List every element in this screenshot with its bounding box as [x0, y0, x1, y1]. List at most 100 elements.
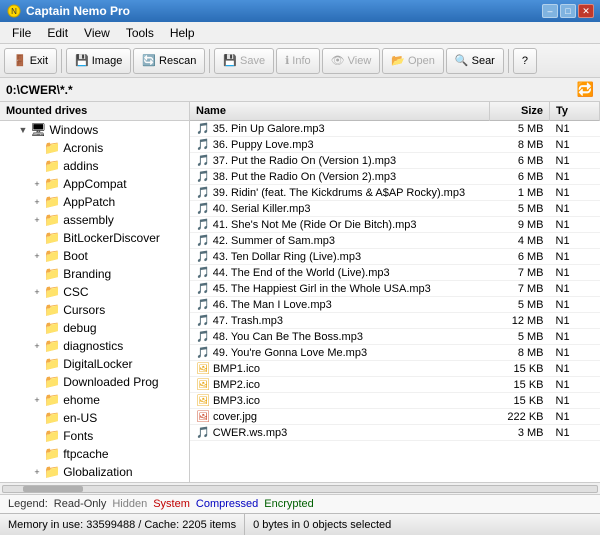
window-controls[interactable]: – □ ✕	[542, 4, 594, 18]
file-type: N1	[550, 121, 600, 137]
tree-label-diagnostics: diagnostics	[63, 339, 123, 353]
toggle-bitlocker[interactable]	[30, 231, 44, 245]
menu-tools[interactable]: Tools	[118, 24, 162, 42]
table-row[interactable]: 🎵41. She's Not Me (Ride Or Die Bitch).mp…	[190, 217, 600, 233]
toggle-windows[interactable]: ▼	[16, 123, 30, 137]
table-row[interactable]: 🎵43. Ten Dollar Ring (Live).mp3 6 MB N1	[190, 249, 600, 265]
table-row[interactable]: 🖼BMP3.ico 15 KB N1	[190, 393, 600, 409]
menu-file[interactable]: File	[4, 24, 39, 42]
tree-node-debug[interactable]: 📁 debug	[0, 319, 189, 337]
tree-node-enus[interactable]: 📁 en-US	[0, 409, 189, 427]
table-row[interactable]: 🎵46. The Man I Love.mp3 5 MB N1	[190, 297, 600, 313]
file-type-icon: 🎵	[196, 299, 210, 311]
tree-node-globalization[interactable]: + 📁 Globalization	[0, 463, 189, 481]
tree-node-ftpcache[interactable]: 📁 ftpcache	[0, 445, 189, 463]
toggle-addins[interactable]	[30, 159, 44, 173]
file-name: 🎵49. You're Gonna Love Me.mp3	[190, 345, 490, 361]
tree-header: Mounted drives	[0, 102, 189, 121]
table-row[interactable]: 🎵36. Puppy Love.mp3 8 MB N1	[190, 137, 600, 153]
toggle-ftpcache[interactable]	[30, 447, 44, 461]
horizontal-scrollbar[interactable]	[0, 483, 600, 495]
tree-node-bitlocker[interactable]: 📁 BitLockerDiscover	[0, 229, 189, 247]
toggle-downloaded[interactable]	[30, 375, 44, 389]
file-name: 🎵46. The Man I Love.mp3	[190, 297, 490, 313]
file-size: 12 MB	[490, 313, 550, 329]
toggle-apppatch[interactable]: +	[30, 195, 44, 209]
toggle-csc[interactable]: +	[30, 285, 44, 299]
toggle-digitallocker[interactable]	[30, 357, 44, 371]
view-button[interactable]: 👁 View	[322, 48, 381, 74]
table-row[interactable]: 🖼BMP1.ico 15 KB N1	[190, 361, 600, 377]
table-row[interactable]: 🎵42. Summer of Sam.mp3 4 MB N1	[190, 233, 600, 249]
help-button[interactable]: ?	[513, 48, 537, 74]
table-row[interactable]: 🖼cover.jpg 222 KB N1	[190, 409, 600, 425]
menu-help[interactable]: Help	[162, 24, 203, 42]
tree-node-fonts[interactable]: 📁 Fonts	[0, 427, 189, 445]
tree-node-boot[interactable]: + 📁 Boot	[0, 247, 189, 265]
toggle-acronis[interactable]	[30, 141, 44, 155]
tree-node-windows[interactable]: ▼ 🖥 Windows	[0, 121, 189, 139]
tree-node-csc[interactable]: + 📁 CSC	[0, 283, 189, 301]
acronis-folder-icon: 📁	[44, 140, 60, 156]
search-button[interactable]: 🔍 Sear	[446, 48, 504, 74]
toggle-cursors[interactable]	[30, 303, 44, 317]
scrollbar-thumb[interactable]	[23, 486, 83, 492]
tree-node-appcompat[interactable]: + 📁 AppCompat	[0, 175, 189, 193]
col-size[interactable]: Size	[490, 102, 550, 121]
toggle-branding[interactable]	[30, 267, 44, 281]
table-row[interactable]: 🎵47. Trash.mp3 12 MB N1	[190, 313, 600, 329]
close-button[interactable]: ✕	[578, 4, 594, 18]
minimize-button[interactable]: –	[542, 4, 558, 18]
file-table[interactable]: Name Size Ty 🎵35. Pin Up Galore.mp3 5 MB…	[190, 102, 600, 482]
rescan-button[interactable]: 🔄 Rescan	[133, 48, 205, 74]
table-row[interactable]: 🎵CWER.ws.mp3 3 MB N1	[190, 425, 600, 441]
tree-node-downloaded[interactable]: 📁 Downloaded Prog	[0, 373, 189, 391]
toggle-diagnostics[interactable]: +	[30, 339, 44, 353]
tree-node-apppatch[interactable]: + 📁 AppPatch	[0, 193, 189, 211]
toggle-fonts[interactable]	[30, 429, 44, 443]
toggle-boot[interactable]: +	[30, 249, 44, 263]
table-row[interactable]: 🎵49. You're Gonna Love Me.mp3 8 MB N1	[190, 345, 600, 361]
col-type[interactable]: Ty	[550, 102, 600, 121]
maximize-button[interactable]: □	[560, 4, 576, 18]
table-row[interactable]: 🎵35. Pin Up Galore.mp3 5 MB N1	[190, 121, 600, 137]
tree-node-ehome[interactable]: + 📁 ehome	[0, 391, 189, 409]
table-row[interactable]: 🎵39. Ridin' (feat. The Kickdrums & A$AP …	[190, 185, 600, 201]
table-row[interactable]: 🖼BMP2.ico 15 KB N1	[190, 377, 600, 393]
toggle-debug[interactable]	[30, 321, 44, 335]
toggle-globalization[interactable]: +	[30, 465, 44, 479]
table-row[interactable]: 🎵44. The End of the World (Live).mp3 7 M…	[190, 265, 600, 281]
image-button[interactable]: 💾 Image	[66, 48, 131, 74]
tree-node-assembly[interactable]: + 📁 assembly	[0, 211, 189, 229]
table-row[interactable]: 🎵45. The Happiest Girl in the Whole USA.…	[190, 281, 600, 297]
refresh-icon[interactable]: 🔁	[577, 81, 594, 98]
tree-node-diagnostics[interactable]: + 📁 diagnostics	[0, 337, 189, 355]
tree-node-cursors[interactable]: 📁 Cursors	[0, 301, 189, 319]
table-row[interactable]: 🎵38. Put the Radio On (Version 2).mp3 6 …	[190, 169, 600, 185]
save-button[interactable]: 💾 Save	[214, 48, 274, 74]
toggle-assembly[interactable]: +	[30, 213, 44, 227]
assembly-folder-icon: 📁	[44, 212, 60, 228]
toggle-appcompat[interactable]: +	[30, 177, 44, 191]
tree-node-addins[interactable]: 📁 addins	[0, 157, 189, 175]
table-row[interactable]: 🎵40. Serial Killer.mp3 5 MB N1	[190, 201, 600, 217]
toggle-ehome[interactable]: +	[30, 393, 44, 407]
tree-node-help[interactable]: + 📁 Help	[0, 481, 189, 482]
tree-node-branding[interactable]: 📁 Branding	[0, 265, 189, 283]
tree-node-acronis[interactable]: 📁 Acronis	[0, 139, 189, 157]
debug-folder-icon: 📁	[44, 320, 60, 336]
open-button[interactable]: 📂 Open	[382, 48, 444, 74]
menu-view[interactable]: View	[76, 24, 118, 42]
scrollbar-track[interactable]	[2, 485, 598, 493]
tree-node-digitallocker[interactable]: 📁 DigitalLocker	[0, 355, 189, 373]
file-type-icon: 🖼	[196, 363, 210, 375]
table-row[interactable]: 🎵48. You Can Be The Boss.mp3 5 MB N1	[190, 329, 600, 345]
search-label: Sear	[472, 55, 495, 67]
info-button[interactable]: ℹ Info	[276, 48, 320, 74]
tree-label-digitallocker: DigitalLocker	[63, 357, 132, 371]
table-row[interactable]: 🎵37. Put the Radio On (Version 1).mp3 6 …	[190, 153, 600, 169]
col-name[interactable]: Name	[190, 102, 490, 121]
exit-button[interactable]: 🚪 Exit	[4, 48, 57, 74]
menu-edit[interactable]: Edit	[39, 24, 76, 42]
toggle-enus[interactable]	[30, 411, 44, 425]
